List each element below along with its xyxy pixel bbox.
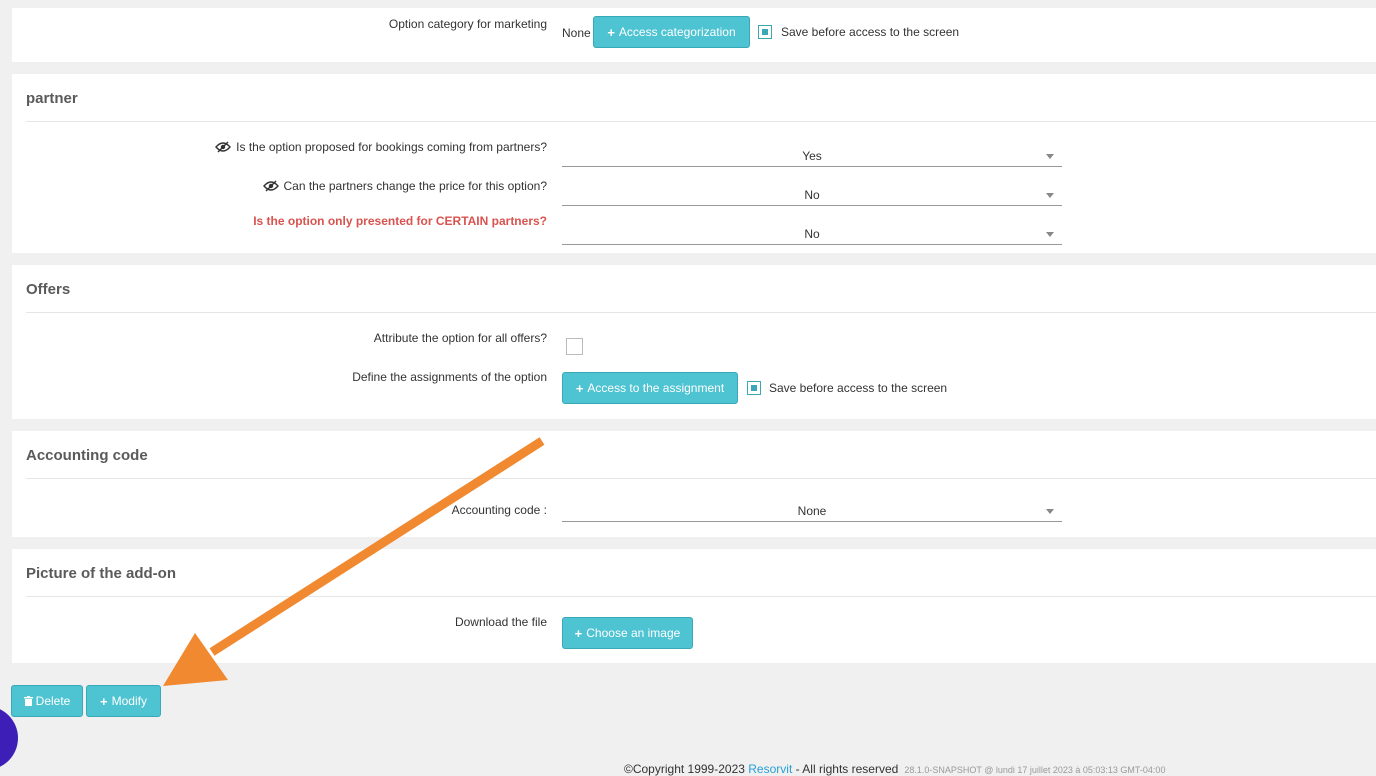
accounting-section-title: Accounting code (26, 447, 148, 464)
all-offers-checkbox[interactable] (566, 338, 583, 355)
partner-change-price-label: Can the partners change the price for th… (262, 179, 547, 193)
delete-button[interactable]: Delete (11, 685, 83, 717)
eye-slash-icon (215, 141, 232, 153)
save-before-access-checkbox[interactable] (747, 381, 761, 395)
partner-proposed-select[interactable]: Yes (562, 143, 1062, 167)
brand-link[interactable]: Resorvit (748, 762, 792, 776)
modify-button[interactable]: + Modify (86, 685, 161, 717)
partner-section-title: partner (26, 90, 78, 107)
version-info: 28.1.0-SNAPSHOT @ lundi 17 juillet 2023 … (904, 765, 1166, 775)
assignments-label: Define the assignments of the option (352, 370, 547, 384)
partner-certain-only-label: Is the option only presented for CERTAIN… (253, 214, 547, 228)
download-file-label: Download the file (454, 615, 547, 629)
offers-panel: Offers Attribute the option for all offe… (12, 265, 1376, 419)
eye-slash-icon (262, 180, 279, 192)
partner-change-price-select[interactable]: No (562, 182, 1062, 206)
save-before-access-checkbox[interactable] (758, 25, 772, 39)
accounting-code-select[interactable]: None (562, 498, 1062, 522)
footer-copyright: ©Copyright 1999-2023 Resorvit - All righ… (624, 762, 1166, 776)
all-offers-label: Attribute the option for all offers? (373, 331, 547, 345)
accounting-panel: Accounting code Accounting code : None (12, 431, 1376, 537)
plus-icon: + (607, 24, 615, 40)
save-before-access-label: Save before access to the screen (781, 25, 960, 39)
marketing-panel: Option category for marketing None + Acc… (12, 8, 1376, 62)
chevron-down-icon (1046, 154, 1054, 159)
marketing-category-value: None (562, 26, 591, 40)
divider (26, 478, 1376, 479)
divider (26, 596, 1376, 597)
partner-panel: partner Is the option proposed for booki… (12, 74, 1376, 253)
marketing-category-label: Option category for marketing (388, 17, 547, 31)
partner-certain-only-select[interactable]: No (562, 221, 1062, 245)
accounting-code-label: Accounting code : (451, 503, 547, 517)
trash-icon (23, 696, 33, 706)
picture-section-title: Picture of the add-on (26, 565, 176, 582)
plus-icon: + (575, 380, 584, 396)
chevron-down-icon (1046, 232, 1054, 237)
plus-icon: + (574, 625, 583, 641)
offers-section-title: Offers (26, 281, 71, 298)
save-before-access-label: Save before access to the screen (769, 381, 948, 395)
plus-icon: + (100, 693, 108, 709)
divider (26, 121, 1376, 122)
partner-proposed-label: Is the option proposed for bookings comi… (215, 140, 547, 154)
chevron-down-icon (1046, 193, 1054, 198)
choose-image-button[interactable]: + Choose an image (562, 617, 693, 649)
picture-panel: Picture of the add-on Download the file … (12, 549, 1376, 663)
divider (26, 312, 1376, 313)
chevron-down-icon (1046, 509, 1054, 514)
access-categorization-button[interactable]: + Access categorization (593, 16, 750, 48)
access-assignment-button[interactable]: + Access to the assignment (562, 372, 738, 404)
